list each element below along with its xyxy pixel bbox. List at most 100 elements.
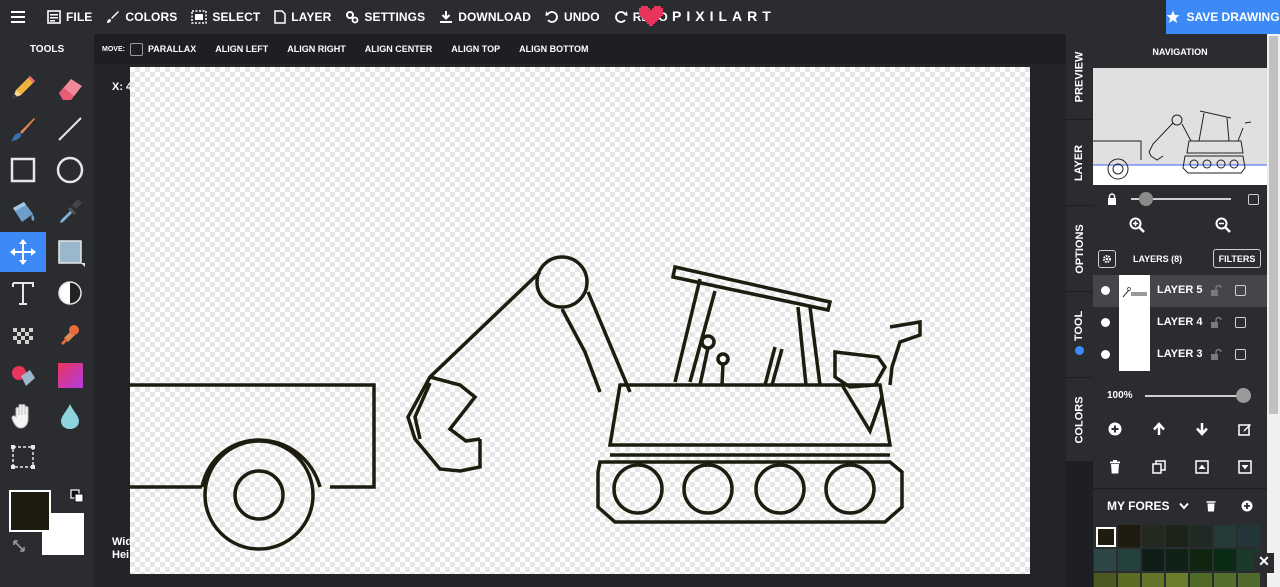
preview-checkbox[interactable] [1248,193,1259,205]
palette-swatch[interactable] [1142,573,1164,587]
brush-tool[interactable] [0,109,46,149]
rectangle-tool[interactable] [0,150,46,190]
eyedropper-tool[interactable] [47,191,93,231]
move-tool[interactable] [0,232,46,272]
palette-swatch[interactable] [1096,527,1116,547]
align-top-button[interactable]: ALIGN TOP [451,44,500,54]
scrollbar-thumb[interactable] [1269,36,1278,414]
hand-tool[interactable] [0,396,46,436]
hamburger-menu-button[interactable] [0,0,40,34]
layer-row[interactable]: LAYER 5 [1093,275,1267,307]
align-center-button[interactable]: ALIGN CENTER [365,44,433,54]
save-drawing-button[interactable]: SAVE DRAWING [1166,0,1280,34]
merge-down-button[interactable] [1234,456,1256,478]
tab-tool[interactable]: TOOL [1066,292,1093,378]
selection-tool[interactable] [0,437,46,477]
shade-tool[interactable] [47,232,93,272]
zoom-in-icon[interactable] [1129,217,1145,233]
palette-swatch[interactable] [1190,525,1212,547]
palette-swatch[interactable] [1214,549,1236,571]
palette-swatch[interactable] [1166,573,1188,587]
delete-palette-icon[interactable] [1206,500,1216,512]
undo-button[interactable]: UNDO [538,0,607,34]
palette-swatch[interactable] [1142,525,1164,547]
lighten-tool[interactable] [47,273,93,313]
parallax-checkbox[interactable] [129,42,143,56]
layer-checkbox[interactable] [1235,349,1246,360]
align-left-button[interactable]: ALIGN LEFT [215,44,268,54]
circle-tool[interactable] [47,150,93,190]
edit-layer-button[interactable] [1234,418,1256,440]
palette-swatch[interactable] [1094,573,1116,587]
add-palette-icon[interactable] [1241,500,1253,512]
move-layer-up-button[interactable] [1148,418,1170,440]
tab-options[interactable]: OPTIONS [1066,206,1093,292]
settings-menu-button[interactable]: SETTINGS [338,0,432,34]
unlock-icon[interactable] [1210,348,1222,360]
navigation-preview[interactable] [1093,68,1267,185]
duplicate-layer-button[interactable] [1148,456,1170,478]
palette-swatch[interactable] [1214,573,1236,587]
palette-swatch[interactable] [1214,525,1236,547]
drawing-canvas[interactable] [130,67,1030,574]
opacity-slider-knob[interactable] [1236,388,1251,403]
palette-swatch[interactable] [1118,573,1140,587]
align-bottom-button[interactable]: ALIGN BOTTOM [519,44,588,54]
unlock-icon[interactable] [1210,316,1222,328]
close-icon[interactable]: ✕ [1254,553,1274,573]
merge-up-button[interactable] [1191,456,1213,478]
select-menu-button[interactable]: SELECT [184,0,267,34]
filters-button[interactable]: FILTERS [1213,249,1261,268]
palette-swatch[interactable] [1238,525,1260,547]
palette-swatch[interactable] [1142,549,1164,571]
lock-icon[interactable] [1107,193,1117,205]
palette-swatch[interactable] [1190,549,1212,571]
palette-swatch[interactable] [1118,549,1140,571]
layer-visibility-dot[interactable] [1101,318,1110,327]
align-right-button[interactable]: ALIGN RIGHT [287,44,346,54]
colors-menu-button[interactable]: COLORS [99,0,184,34]
blur-tool[interactable] [47,396,93,436]
dither-tool[interactable] [0,314,46,354]
gradient-tool[interactable] [47,355,93,395]
zoom-out-icon[interactable] [1215,217,1231,233]
chevron-down-icon[interactable] [1179,502,1189,510]
expand-arrows-icon[interactable] [12,539,26,553]
palette-name[interactable]: MY FORES [1107,499,1169,513]
palette-swatch[interactable] [1118,525,1140,547]
pixilart-logo[interactable]: PIXILART [638,4,776,28]
layer-settings-button[interactable] [1098,250,1116,268]
tab-layer[interactable]: LAYER [1066,120,1093,206]
unlock-icon[interactable] [1210,284,1222,296]
palette-swatch[interactable] [1238,573,1260,587]
pencil-tool[interactable] [0,68,46,108]
palette-swatch[interactable] [1166,525,1188,547]
opacity-slider-track[interactable] [1145,395,1245,397]
parallax-label[interactable]: PARALLAX [148,44,196,54]
delete-layer-button[interactable] [1104,456,1126,478]
zoom-slider-knob[interactable] [1139,192,1153,206]
layer-visibility-dot[interactable] [1101,350,1110,359]
layer-menu-button[interactable]: LAYER [267,0,338,34]
layer-checkbox[interactable] [1235,317,1246,328]
palette-swatch[interactable] [1166,549,1188,571]
move-layer-down-button[interactable] [1191,418,1213,440]
bucket-tool[interactable] [0,191,46,231]
tab-preview[interactable]: PREVIEW [1066,34,1093,120]
palette-swatch[interactable] [1190,573,1212,587]
layer-visibility-dot[interactable] [1101,286,1110,295]
file-menu-button[interactable]: FILE [40,0,99,34]
line-tool[interactable] [47,109,93,149]
text-tool[interactable] [0,273,46,313]
layer-checkbox[interactable] [1235,285,1246,296]
layer-row[interactable]: LAYER 4 [1093,307,1267,339]
eraser-tool[interactable] [47,68,93,108]
primary-color-swatch[interactable] [9,490,51,532]
tab-colors[interactable]: COLORS [1066,378,1093,461]
right-scrollbar[interactable] [1267,34,1280,587]
stamp-tool[interactable] [47,314,93,354]
swap-colors-icon[interactable] [70,489,84,503]
zoom-slider[interactable] [1131,192,1231,206]
mirror-eraser-tool[interactable] [0,355,46,395]
layer-row[interactable]: LAYER 3 [1093,339,1267,371]
